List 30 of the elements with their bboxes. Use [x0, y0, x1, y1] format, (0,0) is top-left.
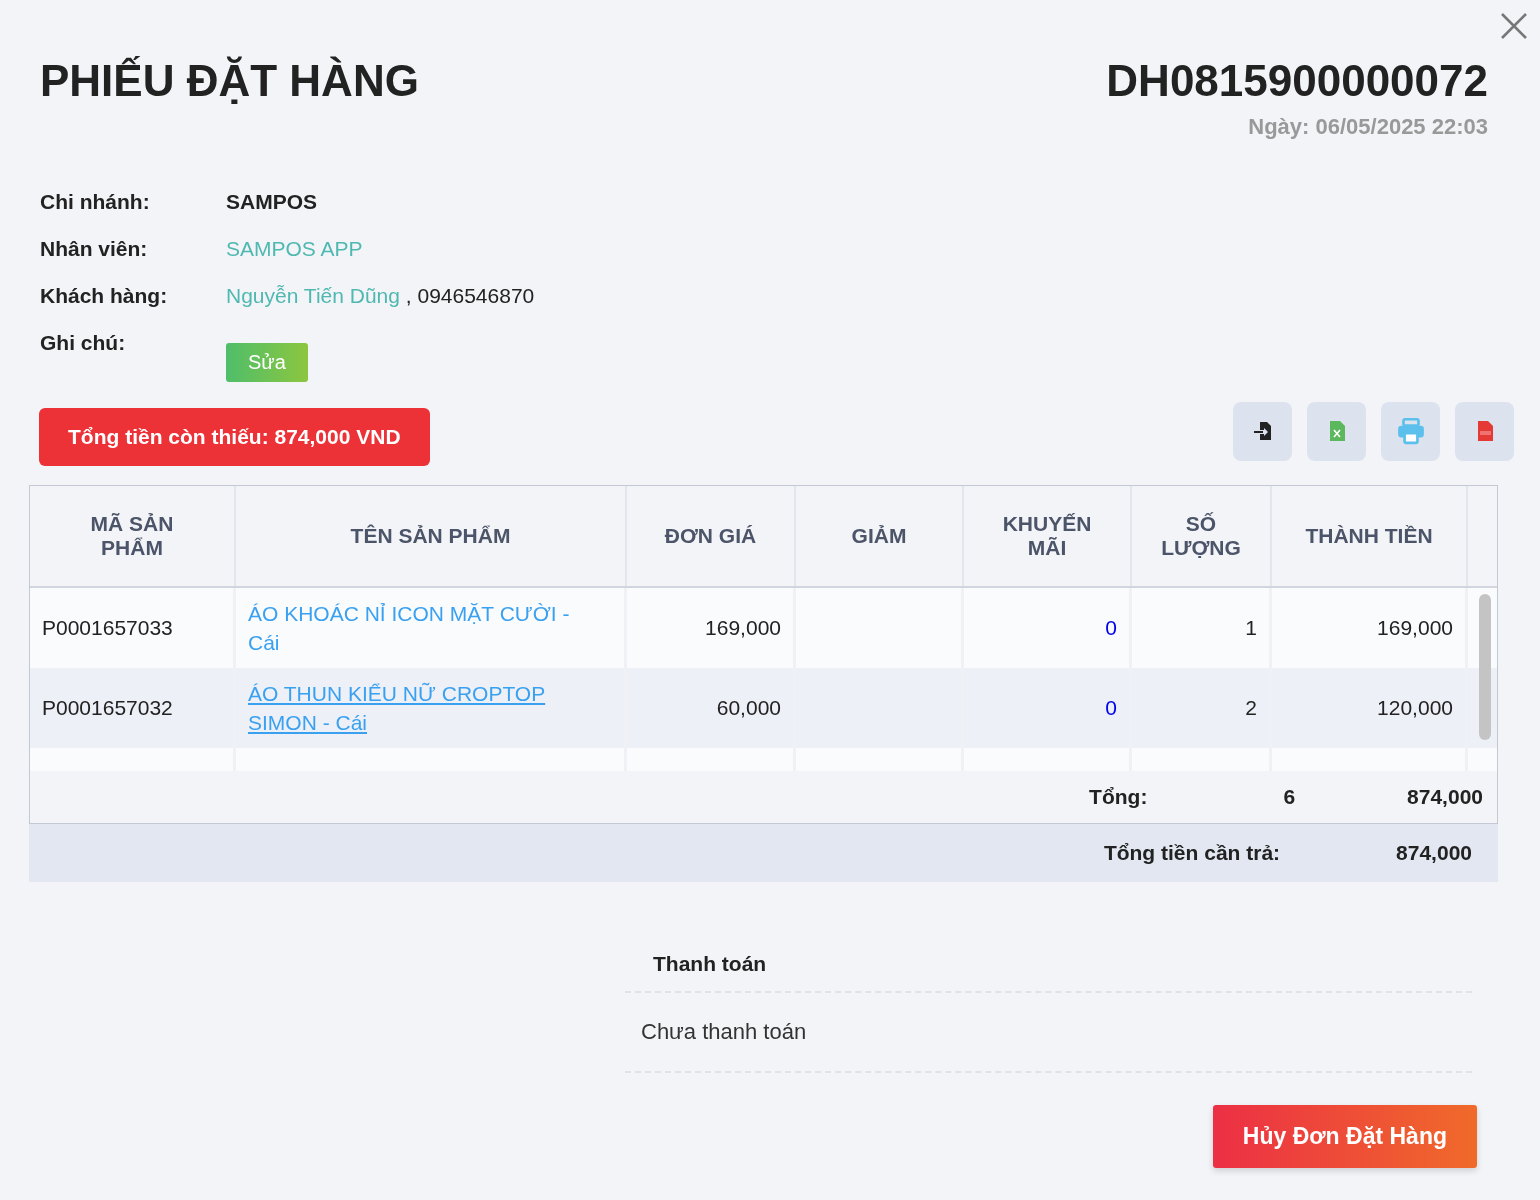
- field-label: Chi nhánh:: [40, 190, 151, 214]
- field-label: Khách hàng:: [40, 284, 169, 308]
- customer-link[interactable]: Nguyễn Tiến Dũng: [226, 284, 400, 307]
- column-header: ĐƠN GIÁ: [627, 486, 796, 586]
- total-quantity: 6: [1283, 785, 1296, 809]
- document-title: PHIẾU ĐẶT HÀNG: [40, 56, 419, 107]
- payment-heading: Thanh toán: [625, 937, 1472, 993]
- total-amount: 874,000: [1407, 785, 1483, 809]
- edit-button[interactable]: Sửa: [226, 343, 308, 382]
- product-link[interactable]: ÁO KHOÁC NỈ ICON MẶT CƯỜI - Cái: [248, 599, 584, 657]
- product-link[interactable]: ÁO THUN KIỂU NỮ CROPTOP SIMON - Cái: [248, 679, 584, 737]
- column-header: SỐ LƯỢNG: [1132, 486, 1272, 586]
- payment-status: Chưa thanh toán: [625, 993, 1472, 1073]
- order-date: Ngày: 06/05/2025 22:03: [1247, 114, 1488, 140]
- outstanding-banner: Tổng tiền còn thiếu: 874,000 VND: [39, 408, 430, 466]
- customer-phone: , 0946546870: [405, 284, 535, 307]
- total-label: Tổng:: [1089, 785, 1148, 809]
- column-header: KHUYẾN MÃI: [964, 486, 1132, 586]
- branch-name: SAMPOS: [226, 190, 318, 214]
- field-label: Ghi chú:: [40, 331, 127, 355]
- column-header: THÀNH TIỀN: [1272, 486, 1468, 586]
- column-header: GIẢM: [796, 486, 964, 586]
- order-code: DH0815900000072: [1106, 56, 1488, 106]
- grand-total-amount: 874,000: [1396, 841, 1472, 865]
- grand-total-label: Tổng tiền cần trả:: [1103, 841, 1281, 865]
- column-header: MÃ SẢN PHẨM: [30, 486, 236, 586]
- cancel-order-button[interactable]: Hủy Đơn Đặt Hàng: [1212, 1105, 1477, 1168]
- staff-link[interactable]: SAMPOS APP: [226, 237, 1498, 261]
- field-label: Nhân viên:: [40, 237, 149, 261]
- column-header: TÊN SẢN PHẨM: [236, 486, 627, 586]
